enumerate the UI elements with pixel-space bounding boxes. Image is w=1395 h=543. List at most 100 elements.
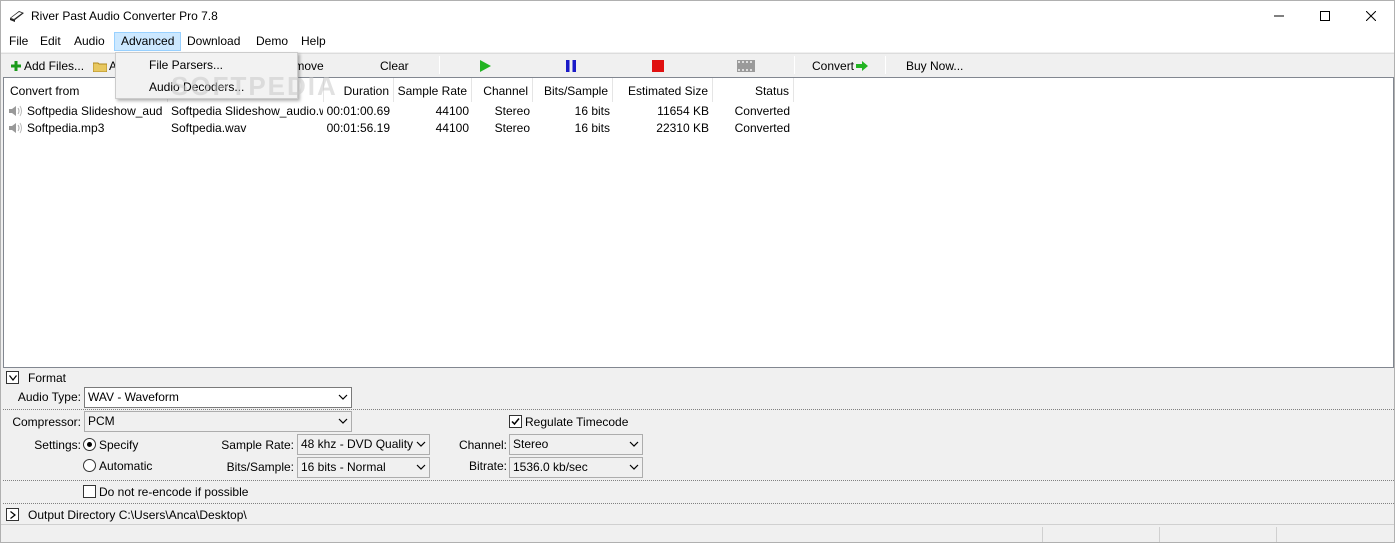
speaker-icon — [9, 105, 22, 117]
regulate-timecode-label: Regulate Timecode — [525, 415, 629, 429]
minimize-icon — [1274, 15, 1284, 17]
cell-bits: 16 bits — [574, 104, 610, 118]
toolbar-separator — [439, 56, 440, 74]
folder-icon — [93, 62, 107, 72]
status-divider — [1276, 527, 1277, 542]
window-title: River Past Audio Converter Pro 7.8 — [31, 9, 218, 23]
app-icon — [10, 11, 24, 22]
chevron-down-icon — [629, 441, 639, 447]
specify-radio[interactable] — [83, 438, 96, 451]
film-icon — [737, 60, 755, 72]
automatic-label: Automatic — [99, 459, 153, 473]
title-bar: River Past Audio Converter Pro 7.8 — [1, 1, 1394, 31]
automatic-radio[interactable] — [83, 459, 96, 472]
audio-type-value: WAV - Waveform — [88, 390, 179, 404]
menu-help[interactable]: Help — [295, 32, 332, 51]
bitrate-select[interactable]: 1536.0 kb/sec — [509, 457, 643, 478]
chevron-down-icon — [629, 464, 639, 470]
toolbar-separator — [794, 56, 795, 74]
settings-label: Settings: — [34, 438, 81, 452]
pause-button[interactable] — [565, 58, 577, 74]
arrow-right-icon — [856, 61, 869, 71]
menu-demo[interactable]: Demo — [250, 32, 294, 51]
menu-bar: File Edit Audio Advanced Download Demo H… — [1, 31, 1394, 52]
clear-label: Clear — [380, 59, 409, 73]
pause-icon — [566, 60, 576, 72]
section-divider — [3, 409, 1394, 410]
list-row[interactable]: Softpedia Slideshow_audi... Softpedia Sl… — [4, 103, 1393, 120]
chevron-down-icon — [8, 374, 17, 381]
section-divider — [3, 503, 1394, 504]
channel-label: Channel: — [458, 438, 507, 452]
sample-rate-label: Sample Rate: — [221, 438, 294, 452]
cell-sample-rate: 44100 — [435, 121, 469, 135]
bits-sample-value: 16 bits - Normal — [301, 460, 386, 474]
menu-edit[interactable]: Edit — [34, 32, 67, 51]
column-estimated-size[interactable]: Estimated Size — [613, 78, 713, 102]
audio-type-label: Audio Type: — [17, 390, 81, 404]
speaker-icon — [9, 122, 22, 134]
menu-file[interactable]: File — [3, 32, 34, 51]
film-button[interactable] — [737, 58, 755, 74]
sample-rate-select[interactable]: 48 khz - DVD Quality — [297, 434, 430, 455]
list-row[interactable]: Softpedia.mp3 Softpedia.wav 00:01:56.19 … — [4, 120, 1393, 137]
specify-label: Specify — [99, 438, 139, 452]
cell-from: Softpedia Slideshow_audi... — [27, 104, 163, 118]
buy-now-label: Buy Now... — [906, 59, 964, 73]
add-folder-button[interactable]: A — [93, 58, 117, 74]
cell-size: 22310 KB — [656, 121, 709, 135]
cell-to: Softpedia Slideshow_audio.w... — [171, 104, 323, 118]
column-bits-sample[interactable]: Bits/Sample — [533, 78, 613, 102]
format-section-label: Format — [28, 371, 67, 385]
menu-advanced[interactable]: Advanced — [114, 32, 181, 51]
column-sample-rate[interactable]: Sample Rate — [394, 78, 472, 102]
column-channel[interactable]: Channel — [472, 78, 533, 102]
menu-audio[interactable]: Audio — [68, 32, 111, 51]
app-window: River Past Audio Converter Pro 7.8 File … — [0, 0, 1395, 543]
stop-button[interactable] — [652, 58, 664, 74]
regulate-timecode-checkbox[interactable] — [509, 415, 522, 428]
add-files-button[interactable]: Add Files... — [11, 58, 84, 74]
output-expand-button[interactable] — [6, 508, 19, 521]
cell-from: Softpedia.mp3 — [27, 121, 105, 135]
bits-sample-select[interactable]: 16 bits - Normal — [297, 457, 430, 478]
bitrate-label: Bitrate: — [468, 459, 507, 473]
sample-rate-value: 48 khz - DVD Quality — [301, 437, 414, 451]
menu-download[interactable]: Download — [181, 32, 246, 51]
compressor-select[interactable]: PCM — [84, 411, 352, 432]
close-button[interactable] — [1348, 1, 1394, 31]
status-bar — [1, 524, 1394, 542]
audio-type-select[interactable]: WAV - Waveform — [84, 387, 352, 408]
channel-value: Stereo — [513, 437, 549, 451]
play-button[interactable] — [479, 58, 491, 74]
maximize-icon — [1320, 11, 1330, 21]
chevron-down-icon — [416, 441, 426, 447]
maximize-button[interactable] — [1302, 1, 1348, 31]
clear-button[interactable]: Clear — [380, 58, 409, 74]
buy-now-button[interactable]: Buy Now... — [906, 58, 963, 74]
convert-button[interactable]: Convert — [812, 58, 869, 74]
play-icon — [480, 60, 491, 72]
column-status[interactable]: Status — [713, 78, 794, 102]
format-collapse-button[interactable] — [6, 371, 19, 384]
cell-to: Softpedia.wav — [171, 121, 247, 135]
plus-icon — [11, 61, 21, 71]
cell-duration: 00:01:00.69 — [326, 104, 390, 118]
minimize-button[interactable] — [1256, 1, 1302, 31]
no-reencode-checkbox[interactable] — [83, 485, 96, 498]
channel-select[interactable]: Stereo — [509, 434, 643, 455]
status-divider — [1042, 527, 1043, 542]
cell-duration: 00:01:56.19 — [326, 121, 390, 135]
cell-channel: Stereo — [494, 104, 530, 118]
status-divider — [1159, 527, 1160, 542]
cell-status: Converted — [734, 121, 790, 135]
compressor-value: PCM — [88, 414, 115, 428]
chevron-down-icon — [338, 418, 348, 424]
checkmark-icon — [511, 418, 520, 426]
file-list[interactable]: Convert from Convert to Duration Sample … — [3, 77, 1394, 368]
chevron-right-icon — [9, 510, 16, 519]
no-reencode-label: Do not re-encode if possible — [99, 485, 249, 499]
compressor-label: Compressor: — [12, 415, 81, 429]
chevron-down-icon — [338, 394, 348, 400]
convert-label: Convert — [812, 59, 855, 73]
